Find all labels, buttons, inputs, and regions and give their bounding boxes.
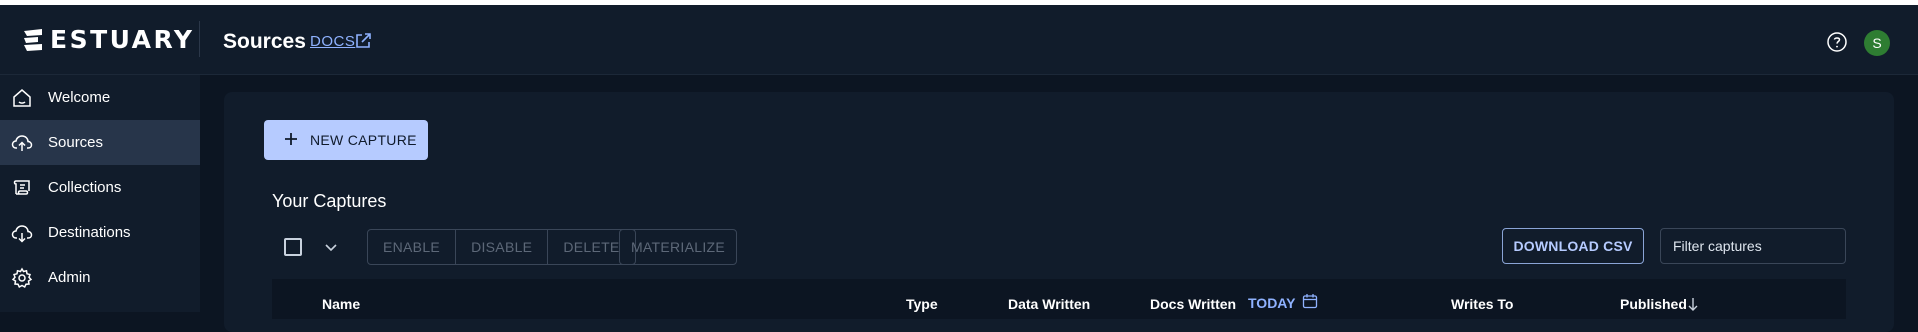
column-header-data-written[interactable]: Data Written bbox=[1008, 296, 1090, 312]
sidebar-item-label: Collections bbox=[48, 179, 122, 196]
cloud-upload-icon bbox=[11, 134, 33, 151]
download-csv-button[interactable]: DOWNLOAD CSV bbox=[1502, 228, 1644, 264]
stats-range-selector[interactable]: TODAY bbox=[1248, 295, 1295, 311]
select-all-checkbox[interactable] bbox=[284, 238, 302, 256]
sidebar-item-collections[interactable]: Collections bbox=[0, 165, 200, 210]
sidebar-item-welcome[interactable]: Welcome bbox=[0, 75, 200, 120]
chevron-down-icon[interactable] bbox=[323, 239, 339, 255]
calendar-icon[interactable] bbox=[1302, 293, 1318, 309]
plus-icon bbox=[285, 133, 297, 145]
section-title: Your Captures bbox=[272, 191, 387, 211]
filter-captures-input[interactable] bbox=[1660, 228, 1846, 264]
sidebar-item-label: Destinations bbox=[48, 224, 131, 241]
sidebar-item-label: Sources bbox=[48, 134, 104, 151]
column-header-writes-to[interactable]: Writes To bbox=[1451, 296, 1514, 312]
avatar[interactable]: S bbox=[1864, 30, 1890, 56]
disable-button[interactable]: DISABLE bbox=[456, 230, 549, 264]
sidebar-item-label: Admin bbox=[48, 269, 91, 286]
collection-icon bbox=[13, 179, 30, 195]
page-title: Sources bbox=[223, 30, 306, 53]
column-header-published[interactable]: Published bbox=[1620, 296, 1687, 312]
materialize-button[interactable]: MATERIALIZE bbox=[619, 229, 737, 265]
help-icon[interactable] bbox=[1826, 31, 1848, 53]
column-header-type[interactable]: Type bbox=[906, 296, 938, 312]
logo-text: ESTUARY bbox=[50, 25, 195, 54]
header-divider bbox=[199, 21, 200, 57]
estuary-logo-icon bbox=[24, 28, 42, 51]
column-header-name[interactable]: Name bbox=[322, 296, 360, 312]
home-icon bbox=[13, 88, 31, 107]
new-capture-label: NEW CAPTURE bbox=[310, 132, 417, 148]
bulk-action-group: ENABLE DISABLE DELETE bbox=[367, 229, 636, 265]
arrow-down-icon[interactable] bbox=[1687, 297, 1699, 311]
sidebar-item-sources[interactable]: Sources bbox=[0, 120, 200, 165]
cloud-download-icon bbox=[11, 224, 33, 243]
sidebar-item-label: Welcome bbox=[48, 89, 111, 106]
new-capture-button[interactable]: NEW CAPTURE bbox=[264, 120, 428, 160]
docs-link[interactable]: DOCS bbox=[310, 33, 355, 50]
top-bar: ESTUARY Sources DOCS S bbox=[0, 5, 1918, 75]
enable-button[interactable]: ENABLE bbox=[368, 230, 457, 264]
sidebar-item-destinations[interactable]: Destinations bbox=[0, 210, 200, 255]
external-link-icon[interactable] bbox=[354, 32, 372, 50]
column-header-docs-written[interactable]: Docs Written bbox=[1150, 296, 1236, 312]
estuary-logo[interactable]: ESTUARY bbox=[22, 25, 195, 54]
gear-icon bbox=[11, 267, 33, 288]
sidebar: Welcome Sources Collections Destinations bbox=[0, 75, 200, 312]
sidebar-item-admin[interactable]: Admin bbox=[0, 255, 200, 300]
